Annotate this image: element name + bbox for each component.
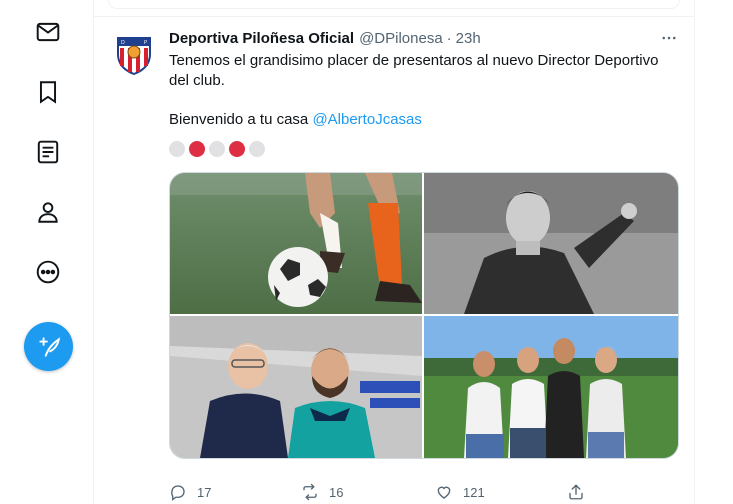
feather-plus-icon xyxy=(38,336,60,357)
timeline-column: D P Deportiva Piloñesa Oficial @DPilones… xyxy=(93,0,695,504)
tweet[interactable]: D P Deportiva Piloñesa Oficial @DPilones… xyxy=(94,17,694,501)
emoji-row xyxy=(169,139,679,159)
reply-icon xyxy=(171,485,185,501)
photo-football-kick[interactable] xyxy=(170,173,422,314)
tweet-action-bar: 17 16 121 xyxy=(169,481,629,503)
bookmarks-button[interactable] xyxy=(24,68,72,116)
mention-link[interactable]: @AlbertoJcasas xyxy=(312,111,421,128)
reply-button[interactable]: 17 xyxy=(169,481,211,503)
photo-stadium-selfie[interactable] xyxy=(170,316,422,458)
retweet-icon xyxy=(303,483,317,501)
timestamp[interactable]: 23h xyxy=(456,30,481,47)
svg-text:D: D xyxy=(121,40,125,46)
like-button[interactable]: 121 xyxy=(435,481,485,503)
user-handle[interactable]: @DPilonesa xyxy=(359,30,443,47)
previous-tweet-card-edge xyxy=(108,0,680,9)
share-icon xyxy=(569,484,583,500)
list-icon xyxy=(37,140,59,164)
tweet-text-line: Tenemos el grandisimo placer de presenta… xyxy=(169,52,659,89)
tweet-body: Deportiva Piloñesa Oficial @DPilonesa · … xyxy=(169,26,681,501)
retweet-count: 16 xyxy=(329,484,344,500)
svg-text:P: P xyxy=(144,40,147,46)
club-crest-logo: D P xyxy=(110,28,158,76)
red-circle-emoji xyxy=(189,141,205,157)
tweet-text-line: Bienvenido a tu casa @AlbertoJcasas xyxy=(169,110,674,130)
reply-count: 17 xyxy=(197,484,212,500)
avatar[interactable]: D P xyxy=(110,28,158,76)
more-menu-button[interactable] xyxy=(24,248,72,296)
more-circle-icon xyxy=(36,260,60,284)
photo-bw-player[interactable] xyxy=(424,173,678,314)
tweet-more-button[interactable] xyxy=(657,26,681,50)
share-button[interactable] xyxy=(567,481,585,503)
display-name[interactable]: Deportiva Piloñesa Oficial xyxy=(169,30,354,47)
media-grid xyxy=(169,172,679,459)
tweet-header: Deportiva Piloñesa Oficial @DPilonesa · … xyxy=(169,28,679,48)
photo-group-pitch[interactable] xyxy=(424,316,678,458)
white-circle-emoji xyxy=(169,141,185,157)
profile-button[interactable] xyxy=(24,188,72,236)
tweet-text: Tenemos el grandisimo placer de presenta… xyxy=(169,51,674,129)
like-count: 121 xyxy=(463,484,485,500)
retweet-button[interactable]: 16 xyxy=(301,481,343,503)
white-circle-emoji xyxy=(249,141,265,157)
red-circle-emoji xyxy=(229,141,245,157)
white-circle-emoji xyxy=(209,141,225,157)
compose-tweet-button[interactable] xyxy=(24,322,73,371)
side-nav xyxy=(0,0,96,504)
previous-tweet-edge xyxy=(94,0,694,17)
envelope-icon xyxy=(36,22,60,42)
lists-button[interactable] xyxy=(24,128,72,176)
heart-icon xyxy=(437,486,451,499)
messages-button[interactable] xyxy=(24,8,72,56)
header-separator: · xyxy=(446,29,452,47)
bookmark-icon xyxy=(39,81,57,104)
person-icon xyxy=(38,202,58,223)
ellipsis-icon xyxy=(662,36,676,40)
tweet-text-prefix: Bienvenido a tu casa xyxy=(169,110,313,128)
